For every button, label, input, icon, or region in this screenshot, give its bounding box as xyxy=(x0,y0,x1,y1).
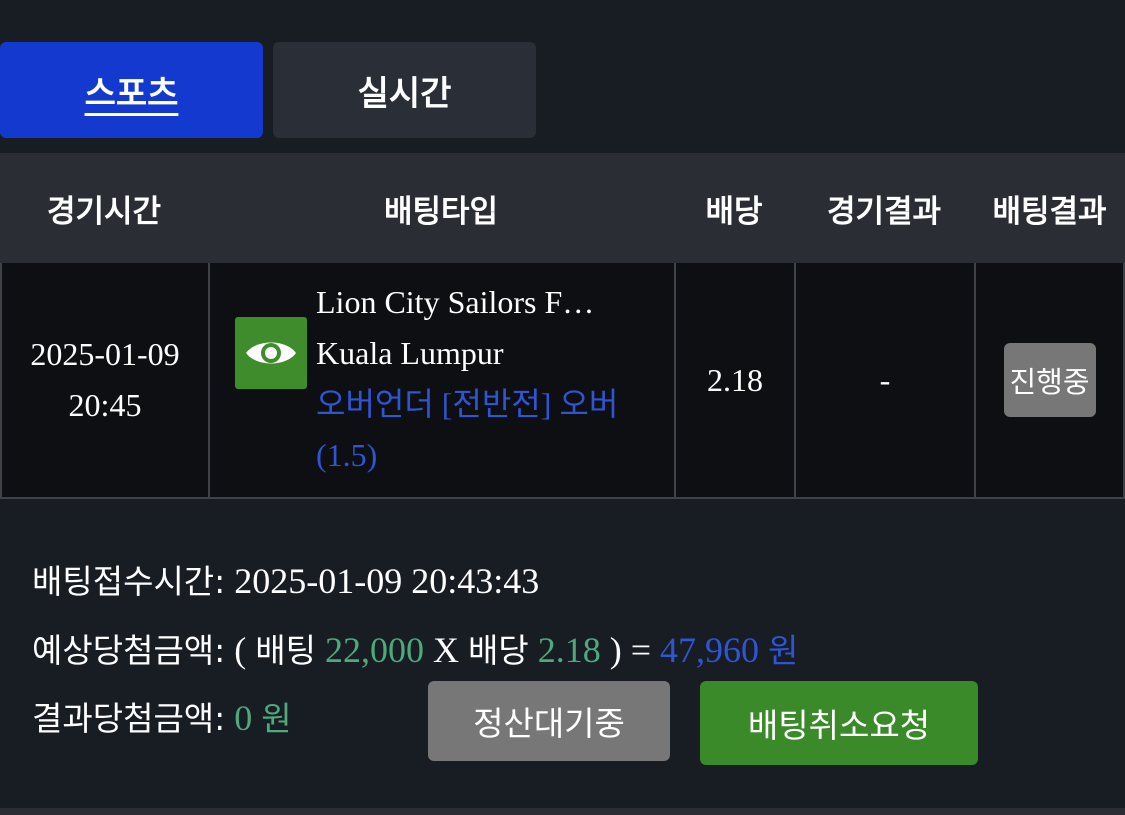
home-team: Lion City Sailors F… xyxy=(316,284,595,320)
header-odds: 배당 xyxy=(705,193,763,230)
result-amount: 0 xyxy=(234,698,253,738)
bet-time-value: 2025-01-09 20:43:43 xyxy=(234,561,540,601)
expected-amount: 47,960 xyxy=(660,630,760,670)
eye-icon xyxy=(246,342,296,364)
expected-label: 예상당첨금액: xyxy=(32,631,226,670)
bet-type-cell: Lion City Sailors F… Kuala Lumpur 오버언더 [… xyxy=(208,263,674,497)
expected-win-line: 예상당첨금액: ( 배팅 22,000 X 배당 2.18 ) = 47,960… xyxy=(32,624,798,672)
header-bet-result: 배팅결과 xyxy=(992,193,1107,230)
expected-odds: 2.18 xyxy=(537,630,601,670)
expected-odds-label: 배당 xyxy=(468,631,529,670)
header-bet-type: 배팅타입 xyxy=(383,193,499,230)
result-won: 원 xyxy=(261,699,292,738)
match-time-cell: 2025-01-09 20:45 xyxy=(0,263,208,497)
view-details-button[interactable] xyxy=(235,317,307,389)
table-row: 2025-01-09 20:45 Lion City Sailors F… Ku… xyxy=(0,263,1125,499)
bet-history-page: 스포츠 실시간 경기시간 배팅타입 배당 경기결과 배팅결과 2025-01-0… xyxy=(0,0,1125,815)
expected-won: 원 xyxy=(768,631,799,670)
odds-value: 2.18 xyxy=(707,361,763,398)
bet-time-line: 배팅접수시간: 2025-01-09 20:43:43 xyxy=(32,555,539,603)
result-win-line: 결과당첨금액: 0 원 xyxy=(32,692,292,740)
status-badge: 진행중 xyxy=(1003,343,1096,417)
match-time: 20:45 xyxy=(68,387,142,423)
bet-amount: 22,000 xyxy=(325,630,425,670)
expected-close-paren: ) = xyxy=(609,630,652,670)
cancel-bet-request-button[interactable]: 배팅취소요청 xyxy=(700,681,978,765)
table-header: 경기시간 배팅타입 배당 경기결과 배팅결과 xyxy=(0,153,1125,263)
expected-bet-label: 배팅 xyxy=(255,631,317,670)
bet-time-label: 배팅접수시간: xyxy=(32,562,226,601)
match-result-value: - xyxy=(879,361,891,398)
header-time: 경기시간 xyxy=(46,193,162,230)
bet-type-text: Lion City Sailors F… Kuala Lumpur 오버언더 [… xyxy=(316,277,646,481)
result-label: 결과당첨금액: xyxy=(32,699,226,738)
divider xyxy=(0,808,1125,815)
bet-selection: 오버언더 [전반전] 오버 (1.5) xyxy=(316,386,619,473)
settlement-pending-button[interactable]: 정산대기중 xyxy=(428,681,670,761)
match-result-cell: - xyxy=(794,263,974,497)
tab-live[interactable]: 실시간 xyxy=(273,42,536,138)
multiply-sign: X xyxy=(433,630,460,670)
odds-cell: 2.18 xyxy=(674,263,794,497)
tab-sports[interactable]: 스포츠 xyxy=(0,42,263,138)
header-match-result: 경기결과 xyxy=(826,193,942,230)
away-team: Kuala Lumpur xyxy=(316,335,504,371)
bet-result-cell: 진행중 xyxy=(974,263,1125,497)
expected-open-paren: ( xyxy=(234,630,247,670)
match-date: 2025-01-09 xyxy=(30,336,180,372)
